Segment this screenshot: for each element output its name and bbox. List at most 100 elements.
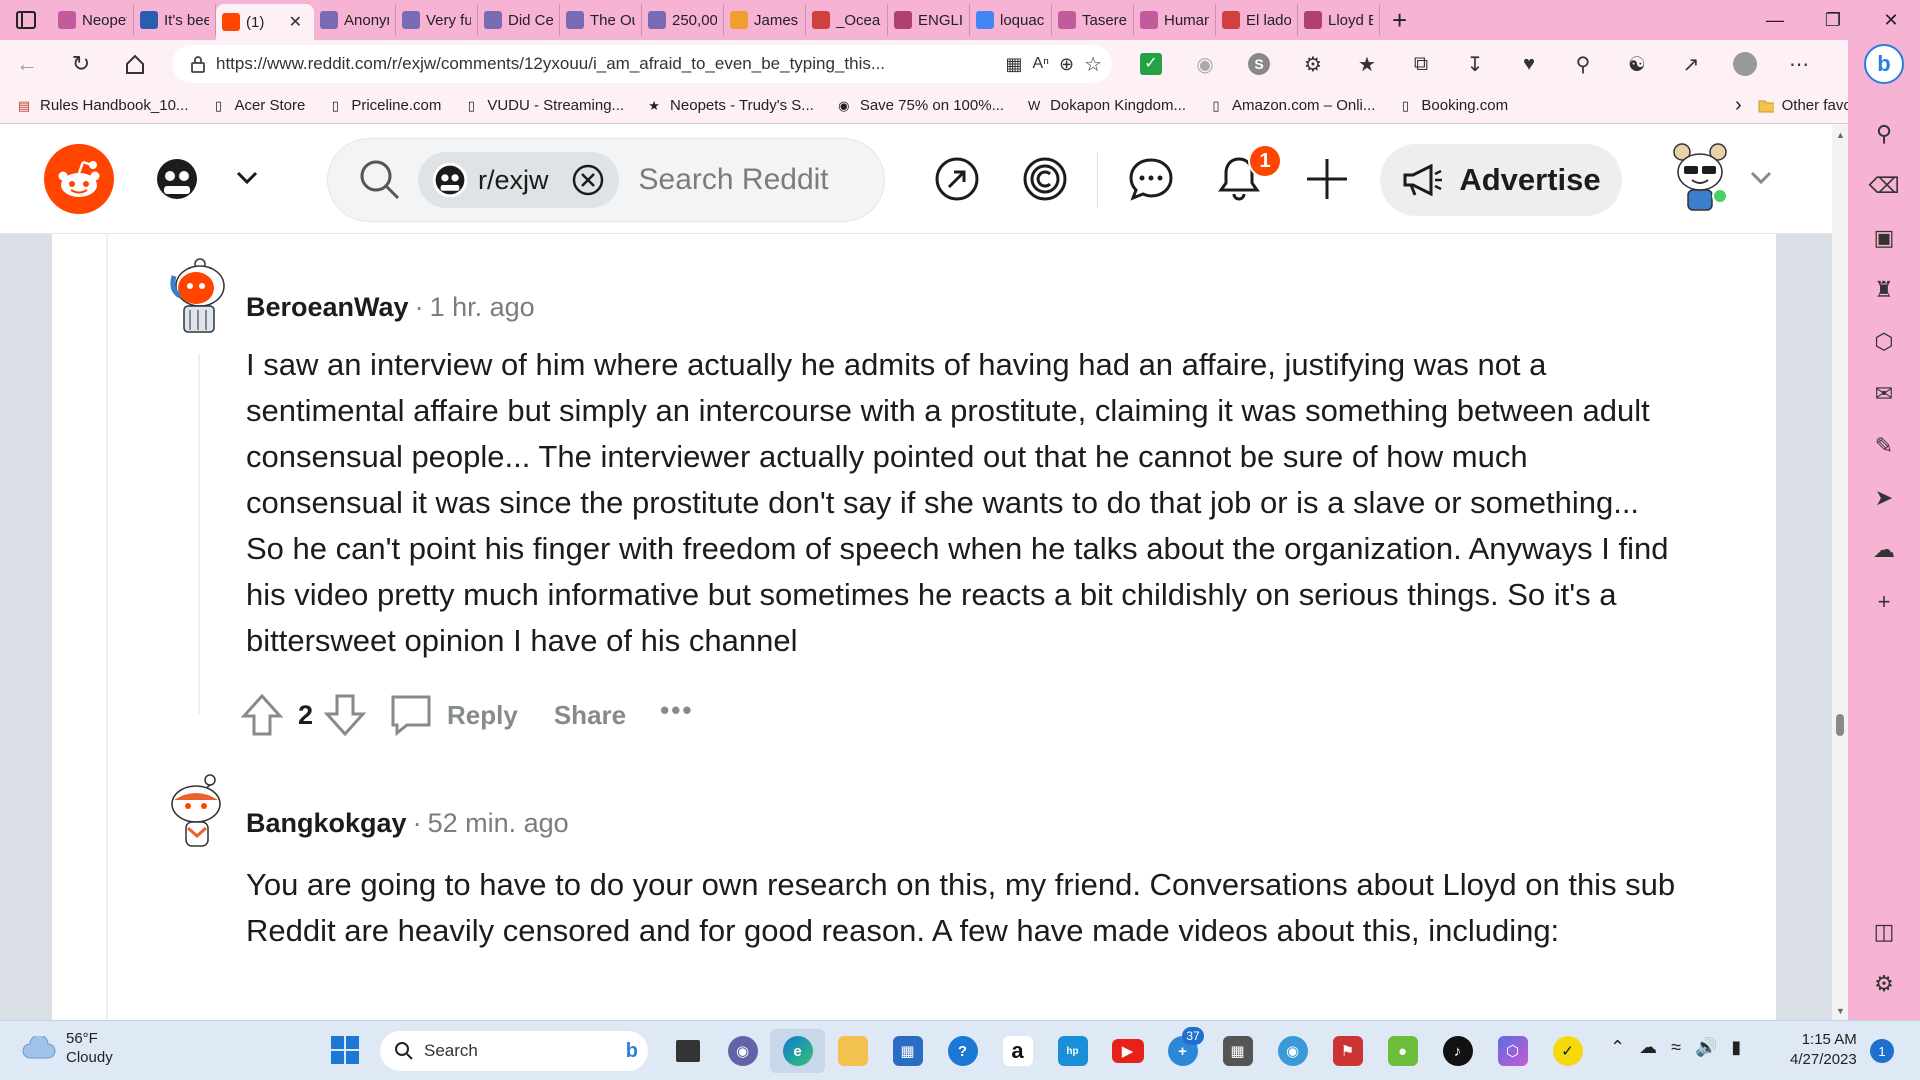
browser-tab[interactable]: ENGLISH [888, 4, 970, 36]
commenter-avatar[interactable] [166, 772, 228, 852]
teams-app[interactable]: +37 [1155, 1027, 1210, 1073]
sidebar-games-icon[interactable]: ♜ [1862, 268, 1906, 312]
coins-button[interactable] [1020, 154, 1070, 204]
search-placeholder[interactable]: Search Reddit [639, 163, 829, 197]
sidebar-send-icon[interactable]: ➤ [1862, 476, 1906, 520]
health-icon[interactable]: ♥ [1502, 40, 1556, 88]
settings-more-icon[interactable]: ⋯ [1772, 40, 1826, 88]
wifi-icon[interactable]: ≈ [1671, 1037, 1681, 1058]
maps-app[interactable]: ◉ [1265, 1029, 1320, 1073]
browser-tab[interactable]: El lado o [1216, 4, 1298, 36]
extensions-puzzle-icon[interactable]: ⚙ [1286, 40, 1340, 88]
clock[interactable]: 1:15 AM 4/27/2023 [1790, 1030, 1857, 1070]
favorite-link[interactable]: ▯ Booking.com [1397, 97, 1508, 114]
file-explorer-app[interactable] [825, 1029, 880, 1073]
home-button[interactable] [108, 40, 162, 88]
favorite-link[interactable]: ▤ Rules Handbook_10... [16, 97, 189, 114]
comment-timestamp[interactable]: 52 min. ago [428, 808, 569, 838]
community-home-avatar[interactable] [152, 154, 202, 204]
sidebar-office-icon[interactable]: ⬡ [1862, 320, 1906, 364]
circle-extension-icon[interactable]: ◉ [1178, 40, 1232, 88]
browser-tab[interactable]: _Ocean [806, 4, 888, 36]
comment-username[interactable]: BeroeanWay [246, 292, 409, 322]
battery-icon[interactable]: ▮ [1731, 1037, 1741, 1058]
reddit-logo[interactable] [44, 144, 114, 214]
tips-app[interactable]: ? [935, 1029, 990, 1073]
scroll-up-icon[interactable]: ▲ [1836, 130, 1845, 140]
profile-icon[interactable] [1718, 40, 1772, 88]
zoom-icon[interactable]: ⊕ [1059, 54, 1074, 75]
browser-tab[interactable]: 250,000 [642, 4, 724, 36]
sidebar-settings-gear-icon[interactable]: ⚙ [1862, 962, 1906, 1006]
browser-tab[interactable]: Very fun [396, 4, 478, 36]
tab-actions-button[interactable] [0, 0, 52, 40]
subreddit-filter-chip[interactable]: r/exjw [418, 152, 619, 208]
amazon-app[interactable]: a [990, 1029, 1045, 1073]
favorite-link[interactable]: ★ Neopets - Trudy's S... [646, 97, 814, 114]
favorite-link[interactable]: W Dokapon Kingdom... [1026, 97, 1186, 114]
favorite-link[interactable]: ▯ VUDU - Streaming... [463, 97, 624, 114]
browser-tab[interactable]: Lloyd Ev [1298, 4, 1380, 36]
tiktok-app[interactable]: ♪ [1430, 1029, 1485, 1073]
downloads-icon[interactable]: ↧ [1448, 40, 1502, 88]
scrollbar-thumb[interactable] [1836, 714, 1844, 736]
calculator-app[interactable]: ▦ [1210, 1029, 1265, 1073]
favorite-star-icon[interactable]: ☆ [1084, 52, 1102, 77]
refresh-button[interactable]: ↻ [54, 40, 108, 88]
advertise-button[interactable]: Advertise [1380, 144, 1622, 216]
checkmark-extension-icon[interactable]: ✓ [1124, 40, 1178, 88]
browser-tab[interactable]: Neopets [52, 4, 134, 36]
browser-tab[interactable]: The Out [560, 4, 642, 36]
copilot-app[interactable]: ⬡ [1485, 1029, 1540, 1073]
create-post-button[interactable] [1302, 154, 1352, 204]
minimize-button[interactable]: — [1746, 0, 1804, 40]
weather-widget[interactable]: 56°F Cloudy [22, 1029, 113, 1067]
taskbar-search[interactable]: Search b [380, 1031, 648, 1071]
favorite-link[interactable]: ▯ Priceline.com [327, 97, 442, 114]
notification-center-badge[interactable]: 1 [1870, 1039, 1894, 1063]
edge-app[interactable]: e [770, 1029, 825, 1073]
read-aloud-icon[interactable]: Aⁿ [1032, 55, 1049, 73]
reddit-search-bar[interactable]: r/exjw Search Reddit [327, 138, 885, 222]
norton-app[interactable]: ✓ [1540, 1029, 1595, 1073]
start-button[interactable] [330, 1035, 360, 1070]
more-options-button[interactable]: ••• [660, 695, 693, 726]
myhp-app[interactable]: hp [1045, 1029, 1100, 1073]
browser-tab[interactable]: It's been [134, 4, 216, 36]
browser-tab[interactable]: Did Ced [478, 4, 560, 36]
favorite-link[interactable]: ▯ Amazon.com – Onli... [1208, 97, 1375, 114]
page-scrollbar[interactable]: ▲ ▼ [1832, 124, 1848, 1020]
restore-button[interactable]: ❐ [1804, 0, 1862, 40]
reply-button[interactable]: Reply [389, 693, 518, 737]
share-icon[interactable]: ↗ [1664, 40, 1718, 88]
favorite-link[interactable]: ▯ Acer Store [210, 97, 305, 114]
task-view-button[interactable] [660, 1029, 715, 1073]
share-button[interactable]: Share [554, 700, 626, 731]
store-app[interactable]: ▦ [880, 1029, 935, 1073]
bing-chat-button[interactable]: b [1864, 44, 1904, 84]
game-app[interactable]: ⚑ [1320, 1029, 1375, 1073]
url-field[interactable]: https://www.reddit.com/r/exjw/comments/1… [172, 45, 1112, 83]
browser-tab[interactable]: James L [724, 4, 806, 36]
volume-icon[interactable]: 🔊 [1695, 1037, 1717, 1058]
community-dropdown-chevron-icon[interactable] [232, 162, 262, 192]
user-menu-chevron-icon[interactable] [1746, 162, 1776, 192]
close-window-button[interactable]: ✕ [1862, 0, 1920, 40]
onedrive-cloud-icon[interactable]: ☁ [1639, 1037, 1657, 1058]
collections-icon[interactable]: ⧉ [1394, 40, 1448, 88]
popular-button[interactable] [932, 154, 982, 204]
comment-timestamp[interactable]: 1 hr. ago [430, 292, 535, 322]
frog-game-app[interactable]: ● [1375, 1029, 1430, 1073]
sidebar-outlook-icon[interactable]: ✉ [1862, 372, 1906, 416]
performance-icon[interactable]: ☯ [1610, 40, 1664, 88]
new-tab-button[interactable]: + [1380, 5, 1419, 36]
browser-tab[interactable]: Tasered [1052, 4, 1134, 36]
sidebar-designer-icon[interactable]: ✎ [1862, 424, 1906, 468]
browser-tab[interactable]: loquacio [970, 4, 1052, 36]
commenter-avatar[interactable] [166, 256, 228, 336]
app-available-icon[interactable]: ▦ [1005, 54, 1022, 75]
browser-tab[interactable]: (1) ✕ [216, 4, 314, 40]
clear-filter-icon[interactable] [571, 163, 605, 197]
parent-thread-line[interactable] [106, 234, 108, 1020]
favorites-icon[interactable]: ★ [1340, 40, 1394, 88]
